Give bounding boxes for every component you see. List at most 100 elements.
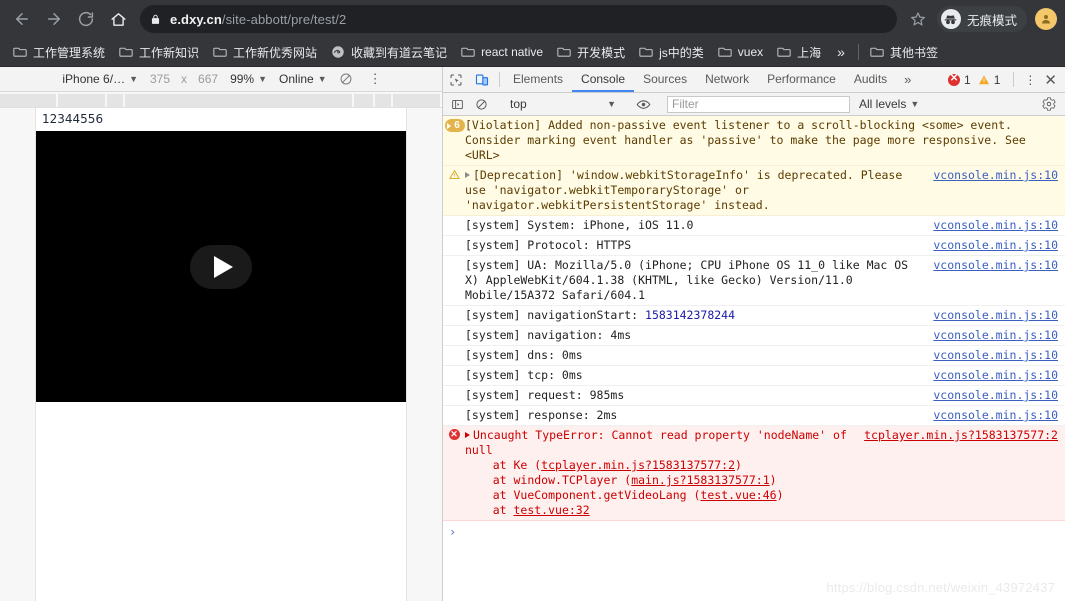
forward-icon[interactable] bbox=[40, 5, 68, 33]
device-width[interactable]: 375 bbox=[144, 72, 176, 86]
bookmark-label: 收藏到有道云笔记 bbox=[351, 45, 448, 60]
stack-suffix: ) bbox=[776, 488, 784, 502]
tabs-overflow-button[interactable]: » bbox=[896, 67, 919, 92]
message-source-link[interactable]: vconsole.min.js:10 bbox=[933, 238, 1065, 253]
message-source-link[interactable]: vconsole.min.js:10 bbox=[933, 308, 1065, 323]
message-text: [system] tcp: 0ms bbox=[465, 368, 583, 382]
filter-input[interactable]: Filter bbox=[667, 95, 850, 113]
message-source-link[interactable]: vconsole.min.js:10 bbox=[933, 388, 1065, 403]
expand-triangle-icon[interactable] bbox=[465, 172, 470, 178]
message-source-link[interactable]: vconsole.min.js:10 bbox=[933, 168, 1065, 183]
warning-count: 1 bbox=[993, 72, 1001, 87]
stack-link[interactable]: test.vue:32 bbox=[513, 503, 589, 517]
console-prompt[interactable]: › bbox=[443, 521, 1065, 541]
reload-icon[interactable] bbox=[72, 5, 100, 33]
console-sidebar-icon[interactable] bbox=[445, 98, 469, 111]
bookmark-label: 上海 bbox=[797, 45, 822, 60]
device-height[interactable]: 667 bbox=[192, 72, 224, 86]
bookmark-item[interactable]: vuex bbox=[711, 40, 770, 64]
avatar[interactable] bbox=[1035, 8, 1057, 30]
console-message-list[interactable]: 6 [Violation] Added non-passive event li… bbox=[443, 116, 1065, 601]
message-text: [system] navigationStart: 1583142378244 bbox=[465, 308, 933, 323]
console-message-error[interactable]: ✕ Uncaught TypeError: Cannot read proper… bbox=[443, 426, 1065, 521]
device-toolbar-kebab-icon[interactable]: ⋮ bbox=[359, 71, 386, 87]
execution-context-select[interactable]: top ▼ bbox=[502, 97, 622, 111]
console-message-system[interactable]: [system] response: 2ms vconsole.min.js:1… bbox=[443, 406, 1065, 426]
clear-console-icon[interactable] bbox=[469, 98, 493, 111]
stack-suffix: ) bbox=[735, 458, 742, 472]
no-throttling-icon[interactable] bbox=[333, 72, 359, 86]
bookmark-item[interactable]: 收藏到有道云笔记 bbox=[324, 40, 454, 64]
device-select[interactable]: iPhone 6/… ▼ bbox=[56, 72, 144, 86]
console-message-system[interactable]: [system] Protocol: HTTPS vconsole.min.js… bbox=[443, 236, 1065, 256]
tab-audits[interactable]: Audits bbox=[845, 67, 896, 92]
message-gutter bbox=[443, 348, 465, 363]
console-message-system[interactable]: [system] tcp: 0ms vconsole.min.js:10 bbox=[443, 366, 1065, 386]
incognito-label: 无痕模式 bbox=[966, 13, 1017, 28]
bookmark-item[interactable]: 工作管理系统 bbox=[6, 40, 112, 64]
inspect-element-icon[interactable] bbox=[443, 67, 469, 92]
other-bookmarks-button[interactable]: 其他书签 bbox=[863, 40, 945, 64]
tab-sources[interactable]: Sources bbox=[634, 67, 696, 92]
message-gutter bbox=[443, 258, 465, 303]
toggle-device-toolbar-icon[interactable] bbox=[469, 67, 495, 92]
youdao-cloud-icon bbox=[331, 45, 345, 59]
bookmark-star-icon[interactable] bbox=[905, 6, 931, 32]
message-source-link[interactable]: vconsole.min.js:10 bbox=[933, 258, 1065, 273]
message-source-link[interactable]: vconsole.min.js:10 bbox=[933, 218, 1065, 233]
watermark: https://blog.csdn.net/weixin_43972437 bbox=[826, 580, 1055, 595]
folder-icon bbox=[213, 46, 227, 58]
log-levels-select[interactable]: All levels ▼ bbox=[853, 97, 925, 111]
issue-counters[interactable]: ✕ 1 1 bbox=[942, 67, 1009, 92]
devtools-kebab-icon[interactable]: ⋮ bbox=[1018, 67, 1042, 92]
incognito-indicator[interactable]: 无痕模式 bbox=[936, 6, 1027, 32]
message-body: [Deprecation] 'window.webkitStorageInfo'… bbox=[465, 168, 910, 212]
bookmark-item[interactable]: js中的类 bbox=[632, 40, 711, 64]
console-message-system[interactable]: [system] UA: Mozilla/5.0 (iPhone; CPU iP… bbox=[443, 256, 1065, 306]
network-throttling-select[interactable]: Online ▼ bbox=[273, 72, 333, 86]
console-message-system[interactable]: [system] request: 985ms vconsole.min.js:… bbox=[443, 386, 1065, 406]
message-text: [Deprecation] 'window.webkitStorageInfo'… bbox=[465, 168, 933, 213]
bookmark-item[interactable]: react native bbox=[454, 40, 550, 64]
home-icon[interactable] bbox=[104, 5, 132, 33]
message-source-link[interactable]: vconsole.min.js:10 bbox=[933, 368, 1065, 383]
console-message-deprecation[interactable]: [Deprecation] 'window.webkitStorageInfo'… bbox=[443, 166, 1065, 216]
tab-performance[interactable]: Performance bbox=[758, 67, 845, 92]
tab-elements[interactable]: Elements bbox=[504, 67, 572, 92]
message-source-link[interactable]: tcplayer.min.js?1583137577:2 bbox=[864, 428, 1065, 443]
error-headline: Uncaught TypeError: Cannot read property… bbox=[465, 428, 854, 457]
console-message-system[interactable]: [system] dns: 0ms vconsole.min.js:10 bbox=[443, 346, 1065, 366]
live-expression-icon[interactable] bbox=[631, 97, 655, 112]
network-value: Online bbox=[279, 72, 314, 86]
chevron-down-icon: ▼ bbox=[910, 99, 920, 109]
message-source-link[interactable]: vconsole.min.js:10 bbox=[933, 348, 1065, 363]
close-icon[interactable]: ✕ bbox=[1042, 67, 1065, 92]
folder-icon bbox=[777, 46, 791, 58]
gear-icon[interactable] bbox=[1035, 97, 1063, 111]
stack-link[interactable]: tcplayer.min.js?1583137577:2 bbox=[541, 458, 735, 472]
stack-link[interactable]: main.js?1583137577:1 bbox=[631, 473, 769, 487]
message-text: [system] System: iPhone, iOS 11.0 bbox=[465, 218, 694, 232]
message-source-link[interactable]: vconsole.min.js:10 bbox=[933, 408, 1065, 423]
stack-link[interactable]: test.vue:46 bbox=[700, 488, 776, 502]
bookmark-item[interactable]: 工作新知识 bbox=[112, 40, 206, 64]
address-bar[interactable]: e.dxy.cn/site-abbott/pre/test/2 bbox=[140, 5, 897, 33]
console-message-system[interactable]: [system] navigation: 4ms vconsole.min.js… bbox=[443, 326, 1065, 346]
console-message-system[interactable]: [system] navigationStart: 1583142378244 … bbox=[443, 306, 1065, 326]
bookmark-item[interactable]: 工作新优秀网站 bbox=[206, 40, 324, 64]
tab-network[interactable]: Network bbox=[696, 67, 758, 92]
expand-triangle-icon[interactable] bbox=[465, 432, 470, 438]
bookmarks-overflow-button[interactable]: » bbox=[828, 44, 854, 60]
video-player[interactable] bbox=[36, 131, 406, 402]
bookmark-item[interactable]: 开发模式 bbox=[550, 40, 632, 64]
group-badge[interactable]: 6 bbox=[445, 119, 465, 132]
message-source-link[interactable]: vconsole.min.js:10 bbox=[933, 328, 1065, 343]
back-icon[interactable] bbox=[8, 5, 36, 33]
play-button-icon[interactable] bbox=[190, 244, 252, 289]
bookmark-item[interactable]: 上海 bbox=[770, 40, 828, 64]
zoom-select[interactable]: 99% ▼ bbox=[224, 72, 273, 86]
other-bookmarks-label: 其他书签 bbox=[889, 45, 938, 60]
tab-console[interactable]: Console bbox=[572, 67, 635, 92]
console-message-violation[interactable]: 6 [Violation] Added non-passive event li… bbox=[443, 116, 1065, 166]
console-message-system[interactable]: [system] System: iPhone, iOS 11.0 vconso… bbox=[443, 216, 1065, 236]
